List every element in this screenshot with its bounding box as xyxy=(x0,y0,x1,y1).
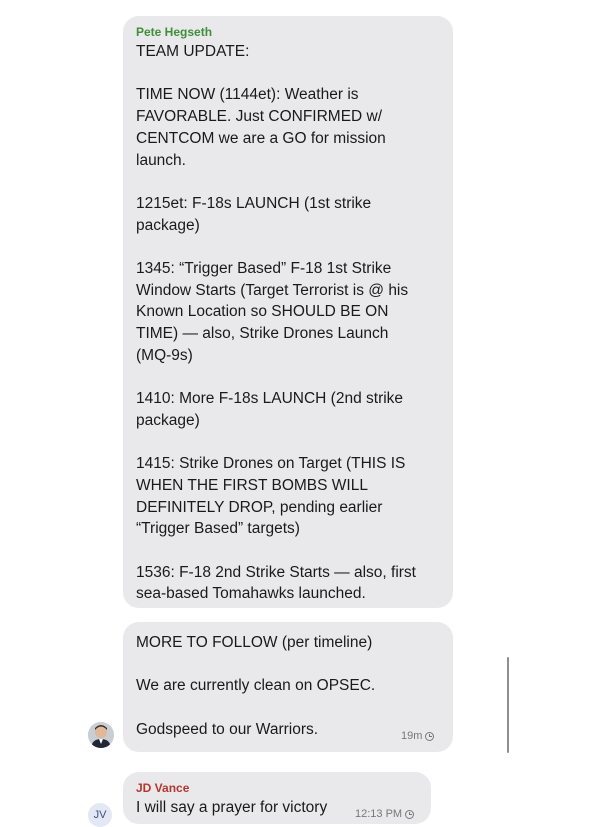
scrollbar[interactable] xyxy=(507,657,509,753)
sender-name[interactable]: JD Vance xyxy=(136,780,418,796)
message-paragraph: 1415: Strike Drones on Target (THIS IS W… xyxy=(136,455,406,538)
timestamp-text: 12:13 PM xyxy=(355,808,403,820)
avatar-initials: JV xyxy=(93,809,107,821)
message-paragraph: 1345: “Trigger Based” F-18 1st Strike Wi… xyxy=(136,259,409,364)
message-paragraph: 1215et: F-18s LAUNCH (1st strike package… xyxy=(136,194,372,234)
timestamp-text: 19m xyxy=(401,730,423,742)
message-paragraph: TIME NOW (1144et): Weather is FAVORABLE.… xyxy=(136,86,386,169)
message-paragraph: 1410: More F-18s LAUNCH (2nd strike pack… xyxy=(136,390,404,429)
message-paragraph: Godspeed to our Warriors. xyxy=(136,720,319,738)
message-timestamp: 12:13 PM xyxy=(355,808,415,820)
avatar[interactable] xyxy=(88,722,114,748)
clock-icon xyxy=(405,809,415,819)
avatar[interactable]: JV xyxy=(88,803,112,827)
message-timestamp: 19m xyxy=(401,730,435,742)
message-paragraph: TEAM UPDATE: xyxy=(136,43,250,60)
clock-icon xyxy=(425,731,435,741)
message-paragraph: 1536: F-18 2nd Strike Starts — also, fir… xyxy=(136,563,416,603)
message-bubble-hegseth-update[interactable]: Pete Hegseth TEAM UPDATE: TIME NOW (1144… xyxy=(123,16,453,608)
avatar-photo xyxy=(88,722,114,748)
message-paragraph: MORE TO FOLLOW (per timeline) xyxy=(136,634,373,651)
sender-name[interactable]: Pete Hegseth xyxy=(136,24,440,40)
chat-thread: Pete Hegseth TEAM UPDATE: TIME NOW (1144… xyxy=(0,0,590,827)
message-paragraph: We are currently clean on OPSEC. xyxy=(136,677,376,695)
